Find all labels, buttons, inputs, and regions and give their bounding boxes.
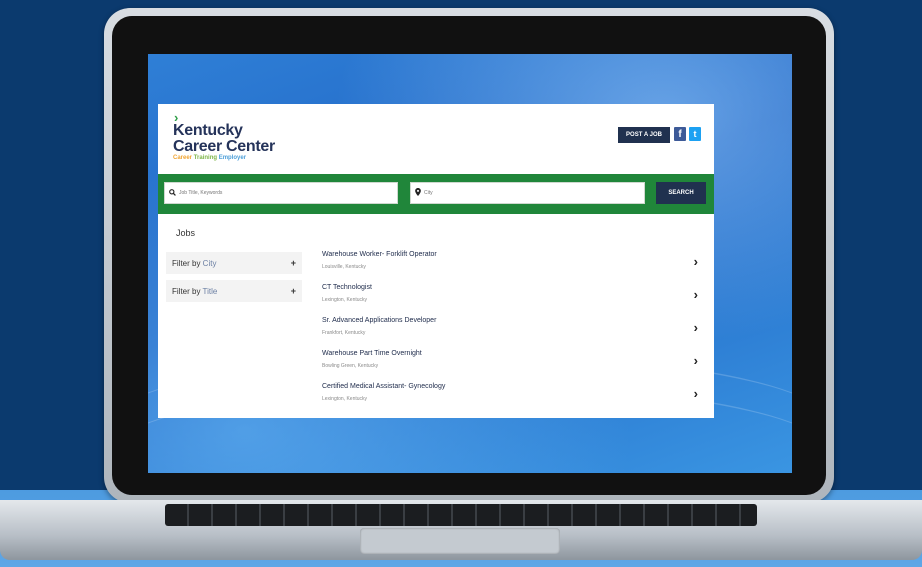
job-title[interactable]: Warehouse Worker- Forklift Operator — [322, 251, 437, 258]
laptop-lid: › Kentucky Career Center Career Training… — [104, 8, 834, 503]
chevron-right-icon[interactable]: › — [694, 353, 698, 368]
keywords-field[interactable] — [164, 182, 398, 204]
keywords-input[interactable] — [179, 190, 397, 196]
job-location: Louisville, Kentucky — [322, 264, 366, 270]
tagline-training: Training — [193, 155, 218, 161]
laptop-trackpad — [360, 528, 560, 554]
job-list: Warehouse Worker- Forklift Operator Loui… — [314, 248, 706, 414]
chevron-right-icon[interactable]: › — [694, 320, 698, 335]
logo-tagline: Career Training Employer — [173, 155, 246, 161]
search-icon — [169, 188, 176, 198]
job-listing[interactable]: CT Technologist Lexington, Kentucky › — [314, 281, 706, 313]
search-bar: SEARCH — [158, 174, 714, 214]
job-listing[interactable]: Warehouse Part Time Overnight Bowling Gr… — [314, 347, 706, 379]
job-title[interactable]: Certified Medical Assistant- Gynecology — [322, 383, 445, 390]
job-location: Lexington, Kentucky — [322, 297, 368, 303]
job-location: Lexington, Kentucky — [322, 396, 368, 402]
jobs-heading: Jobs — [176, 228, 196, 238]
job-listing[interactable]: Sr. Advanced Applications Developer Fran… — [314, 314, 706, 346]
facebook-icon[interactable]: f — [674, 127, 686, 141]
filter-by-city[interactable]: Filter by City + — [166, 252, 302, 274]
filter-label: Filter by City — [172, 259, 216, 268]
logo-line2[interactable]: Career Center — [173, 138, 275, 156]
job-listing[interactable]: Warehouse Worker- Forklift Operator Loui… — [314, 248, 706, 280]
filter-keyword: City — [202, 258, 217, 268]
search-button[interactable]: SEARCH — [656, 182, 706, 204]
plus-icon[interactable]: + — [291, 286, 296, 296]
job-title[interactable]: Sr. Advanced Applications Developer — [322, 317, 436, 324]
filter-by-title[interactable]: Filter by Title + — [166, 280, 302, 302]
chevron-right-icon[interactable]: › — [694, 254, 698, 269]
plus-icon[interactable]: + — [291, 258, 296, 268]
job-location: Bowling Green, Kentucky — [322, 363, 379, 369]
site-header: › Kentucky Career Center Career Training… — [158, 104, 714, 172]
city-field[interactable] — [410, 182, 645, 204]
post-job-button[interactable]: POST A JOB — [618, 127, 670, 143]
job-title[interactable]: Warehouse Part Time Overnight — [322, 350, 422, 357]
filter-label: Filter by Title — [172, 287, 217, 296]
chevron-right-icon[interactable]: › — [694, 386, 698, 401]
filter-prefix: Filter by — [172, 286, 203, 296]
laptop-bezel: › Kentucky Career Center Career Training… — [112, 16, 826, 495]
tagline-employer: Employer — [218, 155, 247, 161]
website-panel: › Kentucky Career Center Career Training… — [158, 104, 714, 418]
job-listing[interactable]: Certified Medical Assistant- Gynecology … — [314, 380, 706, 412]
filter-keyword: Title — [202, 286, 218, 296]
filter-prefix: Filter by — [172, 258, 203, 268]
tagline-career: Career — [173, 155, 193, 161]
laptop-keyboard — [165, 504, 757, 526]
job-title[interactable]: CT Technologist — [322, 284, 372, 291]
job-location: Frankfort, Kentucky — [322, 330, 366, 336]
city-input[interactable] — [424, 190, 644, 196]
location-pin-icon — [415, 188, 421, 198]
laptop-screen: › Kentucky Career Center Career Training… — [148, 54, 792, 473]
chevron-right-icon[interactable]: › — [694, 287, 698, 302]
twitter-icon[interactable]: t — [689, 127, 701, 141]
